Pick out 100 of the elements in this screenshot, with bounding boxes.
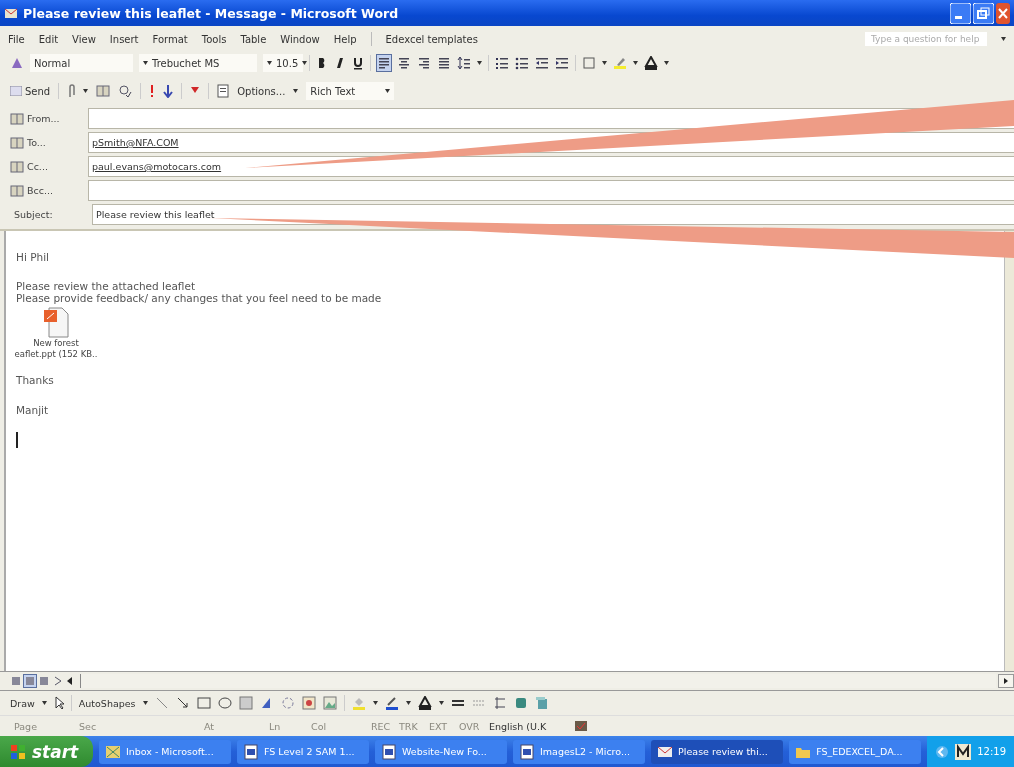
menu-item[interactable]: Insert: [109, 33, 139, 45]
input-field[interactable]: [88, 180, 1014, 201]
attachment-name[interactable]: eaflet.ppt (152 KB..: [14, 349, 98, 360]
field-label[interactable]: Bcc...: [27, 185, 54, 196]
highlighter-icon[interactable]: [613, 56, 627, 70]
dropdown-arrow-icon[interactable]: [142, 701, 148, 705]
menu-item[interactable]: Edit: [38, 33, 59, 45]
3d-style-icon[interactable]: [534, 696, 549, 710]
minimize-button-icon[interactable]: [950, 2, 971, 24]
taskbar-button[interactable]: Inbox - Microsoft...: [98, 739, 231, 764]
address-book-icon[interactable]: [10, 136, 24, 149]
dropdown-arrow-icon[interactable]: [633, 61, 638, 65]
status-text: Col: [311, 720, 327, 732]
line-icon[interactable]: [154, 696, 169, 710]
draw-menu-button[interactable]: Draw: [10, 697, 35, 709]
menu-item[interactable]: Table: [240, 33, 267, 45]
exclamation-icon[interactable]: [149, 84, 156, 98]
bulleted-list-icon[interactable]: [515, 56, 529, 70]
taskbar-button[interactable]: FS Level 2 SAM 1...: [236, 739, 369, 764]
line-spacing-icon[interactable]: [457, 56, 471, 70]
dropdown-arrow-icon[interactable]: [1001, 37, 1006, 41]
pointer-icon[interactable]: [53, 696, 64, 710]
down-arrow-icon[interactable]: [163, 84, 174, 98]
menu-item[interactable]: Format: [152, 33, 188, 45]
tray-app-icon[interactable]: [955, 743, 972, 760]
attachment-name[interactable]: New forest: [33, 338, 79, 349]
signature-text: Manjit: [16, 404, 50, 416]
decrease-indent-icon[interactable]: [535, 56, 549, 70]
start-button[interactable]: start: [0, 736, 93, 767]
field-label[interactable]: To...: [27, 137, 46, 148]
menu-item[interactable]: File: [8, 33, 25, 45]
outline-view-icon[interactable]: [52, 675, 64, 687]
menu-item[interactable]: View: [72, 33, 96, 45]
dropdown-arrow-icon[interactable]: [143, 61, 148, 65]
dropdown-arrow-icon[interactable]: [302, 61, 308, 65]
horizontal-scrollbar[interactable]: [80, 674, 996, 688]
align-center-icon[interactable]: [397, 55, 411, 71]
input-field[interactable]: paul.evans@motocars.com: [88, 156, 1014, 177]
normal-view-icon[interactable]: [10, 675, 22, 687]
taskbar-button[interactable]: Website-New Fo...: [375, 739, 508, 764]
options-icon[interactable]: [217, 84, 230, 98]
clip-art-icon[interactable]: [301, 696, 316, 710]
style-dropdown[interactable]: Normal: [30, 54, 133, 72]
oval-icon[interactable]: [217, 696, 232, 710]
restore-button-icon[interactable]: [973, 2, 994, 24]
dropdown-arrow-icon[interactable]: [385, 89, 391, 93]
address-book-icon[interactable]: [10, 184, 24, 197]
style-icon[interactable]: [10, 56, 24, 70]
dropdown-arrow-icon[interactable]: [83, 89, 89, 93]
vertical-scrollbar[interactable]: [1004, 231, 1014, 671]
menu-item[interactable]: Window: [280, 33, 320, 45]
chevron-icon[interactable]: [935, 744, 950, 759]
windows-logo-icon: [10, 743, 26, 760]
menu-item[interactable]: Edexcel templates: [385, 33, 478, 45]
message-format-dropdown[interactable]: Rich Text: [306, 82, 395, 100]
dropdown-arrow-icon[interactable]: [438, 701, 444, 705]
field-label[interactable]: Cc...: [27, 161, 48, 172]
taskbar-button[interactable]: FS_EDEXCEL_DA...: [789, 739, 922, 764]
line-color-icon[interactable]: [384, 696, 399, 710]
close-icon[interactable]: [996, 2, 1010, 24]
arrow-style-icon[interactable]: [492, 696, 507, 710]
font-color-icon[interactable]: [644, 56, 658, 70]
dropdown-arrow-icon[interactable]: [41, 701, 47, 705]
input-field[interactable]: Please review this leaflet: [92, 204, 1014, 225]
dropdown-arrow-icon[interactable]: [405, 701, 411, 705]
italic-icon[interactable]: [334, 56, 346, 70]
field-label[interactable]: From...: [27, 113, 60, 124]
dropdown-arrow-icon[interactable]: [602, 61, 607, 65]
print-view-icon[interactable]: [38, 675, 50, 687]
dropdown-arrow-icon[interactable]: [477, 61, 482, 65]
options-button[interactable]: Options...: [237, 85, 286, 97]
dropdown-arrow-icon[interactable]: [372, 701, 378, 705]
menu-item[interactable]: Tools: [201, 33, 227, 45]
address-book-icon[interactable]: [96, 85, 111, 97]
numbered-list-icon[interactable]: [495, 56, 509, 70]
dropdown-arrow-icon[interactable]: [267, 61, 272, 65]
arrow-icon[interactable]: [175, 696, 190, 710]
paperclip-icon[interactable]: [67, 84, 76, 98]
dropdown-arrow-icon[interactable]: [293, 89, 299, 93]
align-right-icon[interactable]: [417, 55, 431, 71]
increase-indent-icon[interactable]: [555, 56, 569, 70]
send-button[interactable]: Send: [10, 85, 51, 97]
powerpoint-file-icon[interactable]: [43, 306, 69, 338]
taskbar-button[interactable]: ImagesL2 - Micro...: [513, 739, 646, 764]
address-book-icon[interactable]: [10, 112, 24, 125]
dropdown-arrow-icon[interactable]: [664, 61, 669, 65]
taskbar-button[interactable]: Please review thi...: [651, 739, 784, 764]
font-color-icon[interactable]: [417, 696, 432, 710]
shadow-icon[interactable]: [513, 696, 528, 710]
align-left-icon[interactable]: [377, 55, 391, 71]
justify-icon[interactable]: [437, 55, 451, 71]
scroll-left-icon[interactable]: [66, 676, 74, 686]
autoshapes-menu-button[interactable]: AutoShapes: [78, 697, 136, 709]
scroll-right-icon[interactable]: [998, 674, 1014, 688]
underline-icon[interactable]: [352, 56, 364, 70]
menu-item[interactable]: Help: [333, 33, 357, 45]
address-book-icon[interactable]: [10, 160, 24, 173]
font-dropdown[interactable]: Trebuchet MS: [139, 54, 257, 72]
fill-color-icon[interactable]: [351, 696, 366, 710]
check-names-icon[interactable]: [118, 84, 133, 98]
